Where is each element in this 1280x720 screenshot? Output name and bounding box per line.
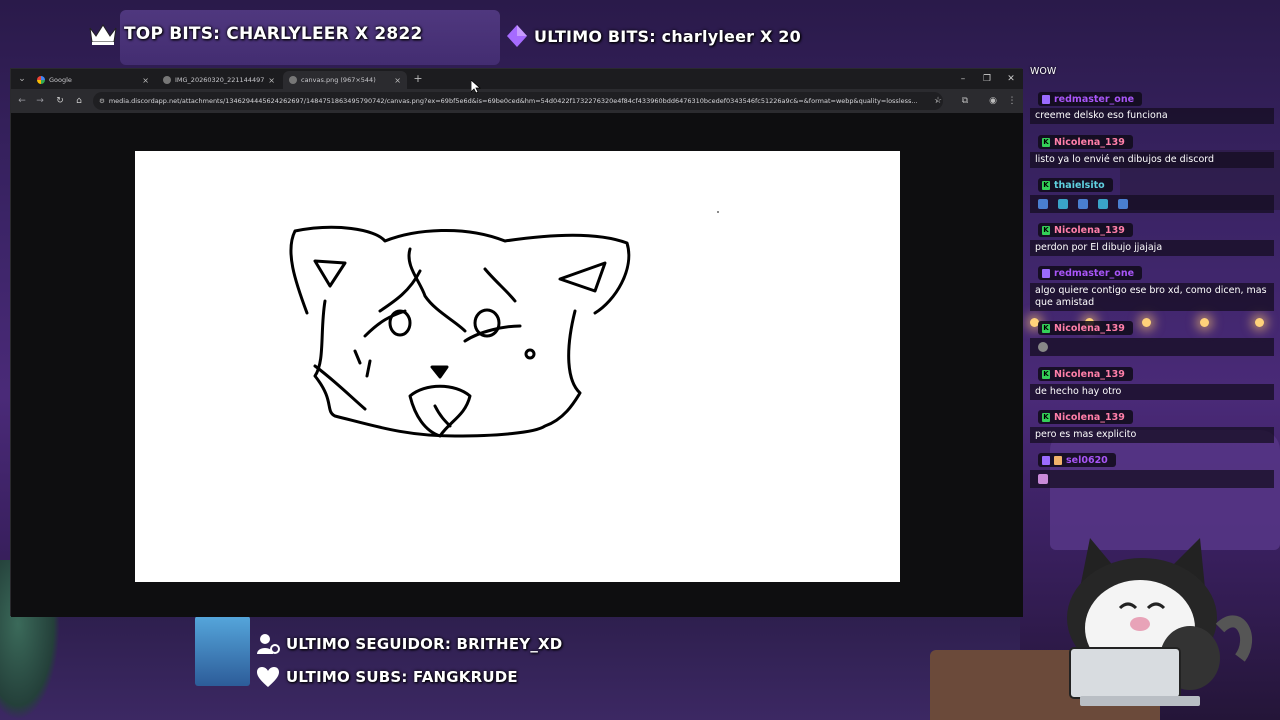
chat-username: K Nicolena_139: [1038, 410, 1133, 424]
chat-username: K Nicolena_139: [1038, 367, 1133, 381]
home-icon[interactable]: ⌂: [72, 94, 86, 108]
address-bar[interactable]: ⚙ media.discordapp.net/attachments/13462…: [93, 92, 943, 110]
globe-icon: [163, 76, 171, 84]
gift-badge-icon: [1054, 455, 1062, 465]
tab-bar: ⌄ Google × IMG_20260320_221144497_MF × c…: [11, 69, 1023, 89]
top-bits-text: TOP BITS: CHARLYLEER X 2822: [124, 24, 423, 44]
emote-icon: [1118, 199, 1128, 209]
background-monitor: [195, 616, 250, 686]
tab-title: IMG_20260320_221144497_MF: [175, 76, 265, 84]
last-follower-label: ULTIMO SEGUIDOR: BRITHEY_XD: [256, 632, 562, 656]
kick-badge-icon: K: [1042, 323, 1050, 333]
tab-list-button[interactable]: ⌄: [15, 72, 29, 86]
chat-message: perdon por El dibujo jjajaja: [1030, 240, 1274, 256]
tab-img[interactable]: IMG_20260320_221144497_MF ×: [157, 71, 281, 89]
minimize-icon[interactable]: –: [951, 71, 975, 87]
kick-badge-icon: K: [1042, 137, 1050, 147]
stream-chat: WOW redmaster_one creeme delsko eso func…: [1030, 64, 1280, 494]
emote-row: [1030, 470, 1274, 488]
emote-icon: [1058, 199, 1068, 209]
back-icon[interactable]: ←: [15, 94, 29, 108]
emote-icon: [1078, 199, 1088, 209]
canvas-image[interactable]: [135, 151, 900, 582]
chat-message: listo ya lo envié en dibujos de discord: [1030, 152, 1274, 168]
emote-row: [1030, 338, 1274, 356]
chat-message: pero es mas explicito: [1030, 427, 1274, 443]
heart-icon: [256, 666, 280, 688]
emote-row: [1030, 195, 1274, 213]
chat-username: K Nicolena_139: [1038, 321, 1133, 335]
tab-title: Google: [49, 76, 72, 84]
user-plus-icon: [256, 632, 280, 656]
cat-mascot-icon: [1067, 538, 1253, 706]
close-icon[interactable]: ×: [142, 76, 149, 85]
top-bits-label: TOP BITS: CHARLYLEER X 2822: [88, 22, 423, 46]
browser-toolbar: ← → ↻ ⌂ ⚙ media.discordapp.net/attachmen…: [11, 89, 1023, 113]
close-window-icon[interactable]: ✕: [999, 71, 1023, 87]
restore-icon[interactable]: ❐: [975, 71, 999, 87]
sub-badge-icon: [1042, 455, 1050, 465]
emote-icon: [1038, 342, 1048, 352]
forward-icon[interactable]: →: [33, 94, 47, 108]
kick-badge-icon: K: [1042, 369, 1050, 379]
chat-message: de hecho hay otro: [1030, 384, 1274, 400]
close-icon[interactable]: ×: [394, 76, 401, 85]
mouse-cursor-icon: [471, 80, 481, 94]
chat-message: creeme delsko eso funciona: [1030, 108, 1274, 124]
extensions-icon[interactable]: ⧉: [958, 94, 972, 108]
gem-icon: [506, 24, 528, 48]
emote-icon: [1098, 199, 1108, 209]
tab-google[interactable]: Google ×: [31, 71, 155, 89]
emote-icon: [1038, 474, 1048, 484]
crown-icon: [88, 22, 118, 46]
sub-badge-icon: [1042, 268, 1050, 278]
chat-message: algo quiere contigo ese bro xd, como dic…: [1030, 283, 1274, 311]
last-subs-label: ULTIMO SUBS: FANGKRUDE: [256, 666, 518, 688]
kick-badge-icon: K: [1042, 412, 1050, 422]
kick-badge-icon: K: [1042, 225, 1050, 235]
chat-username: K Nicolena_139: [1038, 223, 1133, 237]
kick-badge-icon: K: [1042, 180, 1050, 190]
url-text: media.discordapp.net/attachments/1346294…: [108, 97, 918, 105]
page-viewport: [11, 113, 1023, 617]
tab-canvas[interactable]: canvas.png (967×544) ×: [283, 71, 407, 89]
cat-drawing: [289, 211, 719, 438]
last-follower-text: ULTIMO SEGUIDOR: BRITHEY_XD: [286, 635, 563, 653]
new-tab-button[interactable]: +: [411, 72, 425, 86]
globe-icon: [289, 76, 297, 84]
chat-username: sel0620: [1038, 453, 1116, 467]
profile-icon[interactable]: ◉: [986, 94, 1000, 108]
site-info-icon[interactable]: ⚙: [99, 97, 105, 105]
chat-username: K Nicolena_139: [1038, 135, 1133, 149]
tab-title: canvas.png (967×544): [301, 76, 376, 84]
last-subs-text: ULTIMO SUBS: FANGKRUDE: [286, 668, 518, 686]
chat-text: WOW: [1030, 66, 1057, 77]
google-icon: [37, 76, 45, 84]
sub-badge-icon: [1042, 94, 1050, 104]
browser-window: ⌄ Google × IMG_20260320_221144497_MF × c…: [10, 68, 1023, 617]
last-bits-label: ULTIMO BITS: charlyleer X 20: [506, 24, 801, 48]
reload-icon[interactable]: ↻: [53, 94, 67, 108]
emote-icon: [1038, 199, 1048, 209]
chat-username: redmaster_one: [1038, 266, 1143, 280]
chat-username: redmaster_one: [1038, 92, 1143, 106]
menu-icon[interactable]: ⋮: [1005, 94, 1019, 108]
close-icon[interactable]: ×: [268, 76, 275, 85]
chat-username: K thaielsito: [1038, 178, 1113, 192]
bookmark-star-icon[interactable]: ☆: [931, 94, 945, 108]
last-bits-text: ULTIMO BITS: charlyleer X 20: [534, 26, 801, 46]
